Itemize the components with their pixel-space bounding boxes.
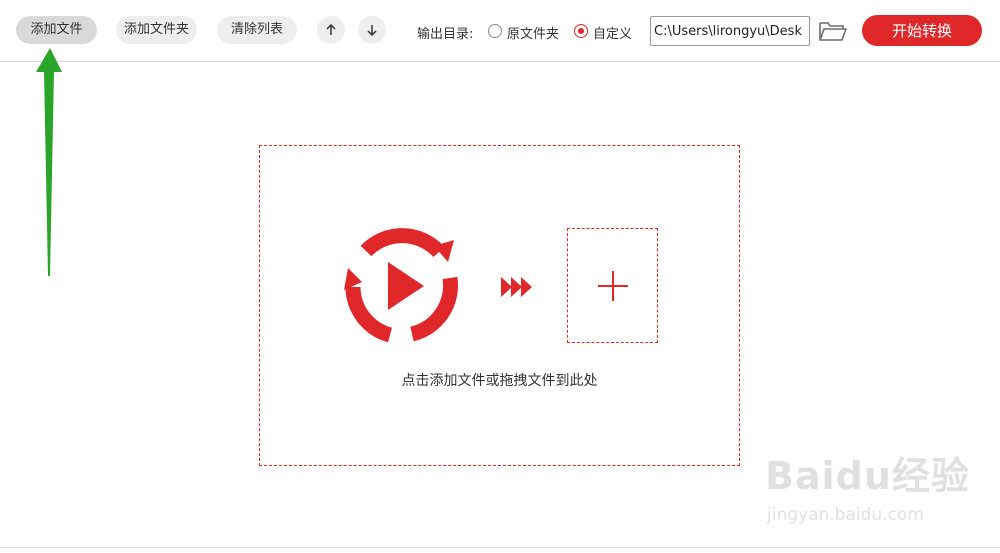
output-dir-label: 输出目录: [417,27,474,42]
add-folder-button[interactable]: 添加文件夹 [116,16,197,44]
watermark-url: jingyan.baidu.com [767,505,924,525]
toolbar: 添加文件 添加文件夹 清除列表 输出目录: 原文件夹 自定义 开始转换 [0,0,1000,62]
watermark-logo: Baidu经验 [765,454,970,498]
move-down-button[interactable] [358,16,386,44]
fast-forward-icon [501,277,532,297]
arrow-down-icon [367,25,377,36]
video-convert-icon [344,228,459,343]
add-file-box[interactable] [567,228,658,343]
bottom-divider [0,547,1000,548]
start-convert-button[interactable]: 开始转换 [862,15,982,46]
annotation-arrow [36,48,62,276]
radio-custom-label: 自定义 [593,27,633,42]
add-file-button[interactable]: 添加文件 [16,16,97,44]
drop-hint-text: 点击添加文件或拖拽文件到此处 [401,373,598,389]
plus-icon [597,270,628,301]
radio-original-folder[interactable] [488,24,502,38]
watermark: Baidu经验 jingyan.baidu.com [765,445,995,535]
output-path-input[interactable] [650,16,810,46]
radio-original-folder-label: 原文件夹 [507,27,560,42]
radio-custom[interactable] [574,24,588,38]
clear-list-button[interactable]: 清除列表 [217,16,297,44]
arrow-up-icon [326,24,336,35]
move-up-button[interactable] [317,16,345,44]
drop-zone[interactable]: 点击添加文件或拖拽文件到此处 [259,145,740,466]
folder-open-icon[interactable] [818,18,848,44]
